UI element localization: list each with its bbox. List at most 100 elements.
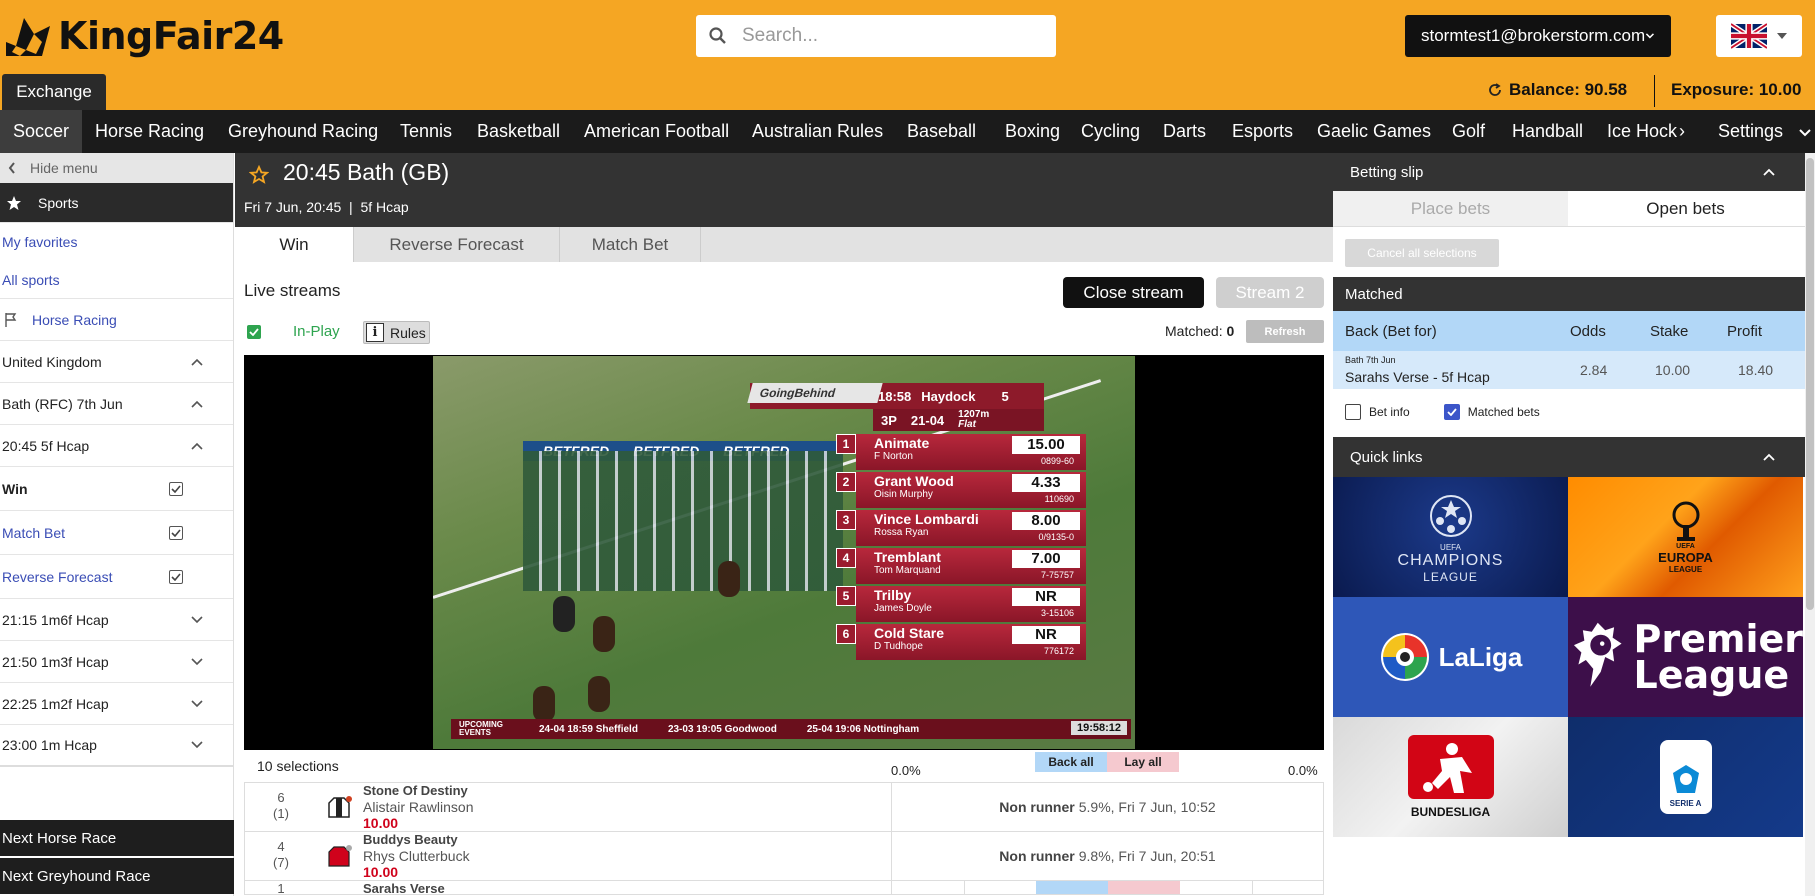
refresh-icon[interactable] [1487,82,1503,98]
sport-tab-australian-rules[interactable]: Australian Rules [752,110,883,153]
sport-tab-darts[interactable]: Darts [1163,110,1206,153]
sport-tab-soccer[interactable]: Soccer [0,110,83,153]
horse [588,676,610,712]
sport-tab-gaelic-games[interactable]: Gaelic Games [1317,110,1431,153]
overlay-course: Haydock [921,388,976,404]
quick-links-header[interactable]: Quick links [1333,437,1805,477]
sport-tab-esports[interactable]: Esports [1232,110,1293,153]
tab-reverse-forecast[interactable]: Reverse Forecast [354,227,560,262]
bet-info-checkbox[interactable] [1345,404,1361,420]
laliga-text: LaLiga [1438,641,1523,672]
search-input[interactable] [742,25,1032,47]
table-row: 1 Sarahs Verse [244,881,1324,895]
sidebar-market-match-bet[interactable]: Match Bet [0,511,233,555]
sidebar-item-all-sports[interactable]: All sports [0,261,233,299]
serie-a-tile[interactable]: SERIE A [1568,717,1803,837]
overlay-form: 3-15106 [1040,608,1074,618]
sport-tab-basketball[interactable]: Basketball [477,110,560,153]
balance-value: Balance: 90.58 [1509,80,1628,99]
sport-tab-tennis[interactable]: Tennis [400,110,452,153]
bundesliga-tile[interactable]: BUNDESLIGA [1333,717,1568,837]
betting-slip-header[interactable]: Betting slip [1333,153,1805,191]
nav-scroll-right-icon[interactable]: › [1679,110,1685,153]
going-label: GoingBehind [747,383,883,403]
runner-name: Stone Of Destiny [363,783,468,798]
favorite-star-icon[interactable] [249,165,269,185]
ticker-label: UPCOMING EVENTS [459,720,503,737]
market-match-bet-checkbox[interactable] [169,525,183,540]
in-play-checkbox[interactable] [247,325,261,339]
champions-league-tile[interactable]: UEFA CHAMPIONS LEAGUE [1333,477,1568,597]
cancel-all-selections-button[interactable]: Cancel all selections [1345,239,1499,267]
sidebar-race-item[interactable]: 21:15 1m6f Hcap [0,599,233,641]
jockey-name: Rhys Clutterbuck [363,848,470,864]
back-all-button[interactable]: Back all [1035,752,1107,772]
lay-all-button[interactable]: Lay all [1107,752,1179,772]
tab-open-bets[interactable]: Open bets [1568,191,1803,226]
next-greyhound-race-button[interactable]: Next Greyhound Race [0,858,234,894]
market-reverse-forecast-checkbox[interactable] [169,569,183,584]
runner-number: 4 (7) [273,839,289,870]
race-overlay-details: 3P 21-04 1207m Flat [873,409,1044,431]
back-price-cell[interactable] [1036,881,1108,894]
event-header: 20:45 Bath (GB) Fri 7 Jun, 20:45 | 5f Hc… [235,153,1333,227]
matched-bets-label: Matched bets [1467,405,1540,419]
sidebar-market-reverse-forecast[interactable]: Reverse Forecast [0,555,233,599]
exchange-tab[interactable]: Exchange [2,74,106,110]
laliga-tile[interactable]: LaLiga [1333,597,1568,717]
europa-league-tile[interactable]: UEFA EUROPA LEAGUE [1568,477,1803,597]
scrollbar-thumb[interactable] [1806,158,1814,610]
sport-tab-handball[interactable]: Handball [1512,110,1583,153]
lay-price-cell[interactable] [1108,881,1180,894]
sidebar-race-item[interactable]: 21:50 1m3f Hcap [0,641,233,683]
logo[interactable]: KingFair24 [2,12,284,60]
rules-button[interactable]: i Rules [363,321,430,344]
race-item-label: 21:50 1m3f Hcap [2,653,109,670]
status-label: Non runner [999,848,1075,864]
sport-tab-horse-racing[interactable]: Horse Racing [95,110,204,153]
close-stream-button[interactable]: Close stream [1063,277,1204,308]
balance: Balance: 90.58 [1487,80,1627,100]
live-video-player[interactable]: BETFRED BETFRED BETFRED 18:58 Haydock 5 … [244,355,1324,750]
sport-tab-greyhound-racing[interactable]: Greyhound Racing [228,110,378,153]
premier-league-tile[interactable]: Premier League [1568,597,1803,717]
chevron-left-icon [8,162,15,174]
tab-match-bet[interactable]: Match Bet [560,227,701,262]
sidebar-race-item[interactable]: 22:25 1m2f Hcap [0,683,233,725]
sidebar-item-country[interactable]: United Kingdom [0,341,233,383]
sport-tab-baseball[interactable]: Baseball [907,110,976,153]
sidebar-item-my-favorites[interactable]: My favorites [0,223,233,261]
overlay-runner: 1 Animate F Norton 15.00 0899-60 [836,434,1086,470]
tab-win[interactable]: Win [235,227,354,262]
sport-tab-cycling[interactable]: Cycling [1081,110,1140,153]
race-label: 20:45 5f Hcap [2,437,90,454]
user-menu-button[interactable]: stormtest1@brokerstorm.com [1405,15,1671,57]
search-box[interactable] [696,15,1056,57]
refresh-button[interactable]: Refresh [1246,320,1324,343]
sidebar-item-race[interactable]: 20:45 5f Hcap [0,425,233,467]
sidebar-race-item[interactable]: 23:00 1m Hcap [0,725,233,767]
market-win-checkbox[interactable] [169,481,183,496]
next-horse-race-button[interactable]: Next Horse Race [0,820,234,856]
hide-menu-button[interactable]: Hide menu [0,153,233,183]
sidebar-item-meeting[interactable]: Bath (RFC) 7th Jun [0,383,233,425]
stream-2-button[interactable]: Stream 2 [1216,277,1324,308]
language-selector[interactable] [1716,15,1802,57]
overlay-form: 776172 [1043,646,1074,656]
divider [891,881,892,894]
sport-tab-boxing[interactable]: Boxing [1005,110,1060,153]
overlay-price: 7.00 [1012,550,1080,568]
table-row: 4 (7) Buddys Beauty Rhys Clutterbuck 10.0… [244,832,1324,881]
sport-tab-ice-hockey[interactable]: Ice Hock [1607,110,1677,153]
sport-tab-american-football[interactable]: American Football [584,110,729,153]
selections-count: 10 selections [257,758,339,774]
settings-menu[interactable]: Settings [1708,110,1815,153]
overlay-surface: Flat [958,419,976,430]
sport-tab-golf[interactable]: Golf [1452,110,1485,153]
page-scrollbar[interactable] [1805,153,1815,896]
matched-bets-checkbox[interactable] [1443,404,1460,420]
sidebar-market-win[interactable]: Win [0,467,233,511]
sidebar-item-horse-racing[interactable]: Horse Racing [0,299,233,341]
runners-table: 6 (1) Stone Of Destiny Alistair Rawlinson… [244,782,1324,895]
tab-place-bets[interactable]: Place bets [1333,191,1568,226]
